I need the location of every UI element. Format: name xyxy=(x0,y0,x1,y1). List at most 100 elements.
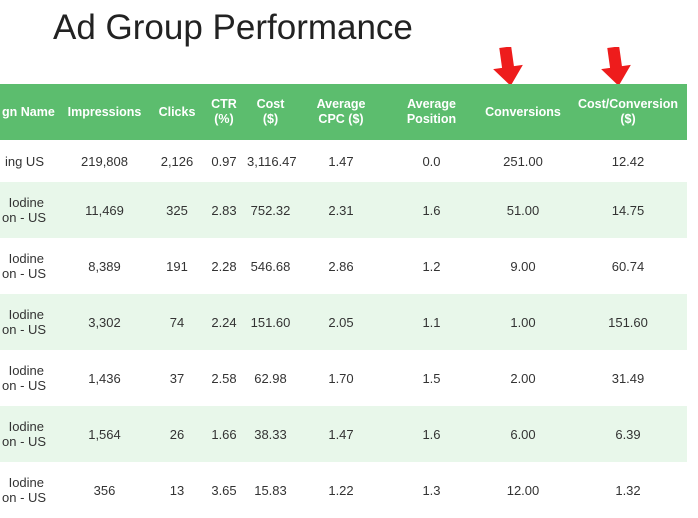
header-label: Cost xyxy=(256,97,285,111)
ctr-cell: 2.58 xyxy=(211,370,237,386)
header-average-position[interactable]: Average Position xyxy=(386,84,477,140)
conversions-cell: 6.00 xyxy=(510,426,536,442)
ad-group-performance-table: gn Name Impressions Clicks CTR (%) Cost ($) Ave… xyxy=(0,84,687,518)
clicks-cell: 191 xyxy=(166,258,188,274)
ctr-cell: 2.28 xyxy=(211,258,237,274)
header-label: CTR xyxy=(211,97,237,111)
cost-per-conversion-cell: 6.39 xyxy=(615,426,641,442)
impressions-cell: 8,389 xyxy=(88,258,121,274)
header-label: Conversions xyxy=(485,104,561,119)
header-label: Clicks xyxy=(158,104,196,119)
ctr-cell: 0.97 xyxy=(211,153,237,169)
table-row: ing US 219,808 2,126 0.97 3,116.47 1.47 0.0 251… xyxy=(0,140,687,182)
cost-per-conversion-cell: 12.42 xyxy=(611,153,645,169)
header-label: Average xyxy=(407,97,456,111)
clicks-cell: 74 xyxy=(169,314,185,330)
down-arrow-icon xyxy=(601,47,631,86)
campaign-name-text: on - US xyxy=(2,378,47,393)
header-label: Impressions xyxy=(67,104,142,119)
campaign-name-cell: Iodine on - US xyxy=(0,238,58,294)
campaign-name-cell: ing US xyxy=(0,140,58,182)
conversions-cell: 12.00 xyxy=(506,482,540,498)
average-position-cell: 0.0 xyxy=(422,153,441,169)
cost-per-conversion-cell: 1.32 xyxy=(615,482,641,498)
clicks-cell: 13 xyxy=(169,482,185,498)
average-cpc-cell: 1.47 xyxy=(328,426,354,442)
header-conversions[interactable]: Conversions xyxy=(477,84,569,140)
header-label: Cost/Conversion xyxy=(577,97,678,111)
ctr-cell: 1.66 xyxy=(211,426,237,442)
table-body: ing US 219,808 2,126 0.97 3,116.47 1.47 0.0 251… xyxy=(0,140,687,518)
header-clicks[interactable]: Clicks xyxy=(151,84,203,140)
campaign-name-text: on - US xyxy=(2,322,47,337)
clicks-cell: 37 xyxy=(169,370,185,386)
table-row: Iodine on - US 356 13 3.65 15.83 1.22 1.3 12.00 1… xyxy=(0,462,687,518)
page: Ad Group Performance gn Name Impressions C… xyxy=(0,0,698,518)
average-cpc-cell: 1.22 xyxy=(328,482,354,498)
header-label: CPC ($) xyxy=(318,112,364,126)
campaign-name-text: Iodine xyxy=(8,307,44,322)
campaign-name-text: Iodine xyxy=(8,363,44,378)
table-row: Iodine on - US 8,389 191 2.28 546.68 2.86 1.2 9.… xyxy=(0,238,687,294)
cost-cell: 752.32 xyxy=(250,202,291,218)
ctr-cell: 2.24 xyxy=(211,314,237,330)
cost-cell: 151.60 xyxy=(250,314,291,330)
average-cpc-cell: 2.86 xyxy=(328,258,354,274)
header-row: gn Name Impressions Clicks CTR (%) Cost ($) Ave… xyxy=(0,84,687,140)
header-label: Position xyxy=(406,112,457,126)
conversions-cell: 251.00 xyxy=(503,153,543,169)
conversions-cell: 1.00 xyxy=(510,314,536,330)
campaign-name-text: on - US xyxy=(2,266,47,281)
conversions-cell: 2.00 xyxy=(510,370,536,386)
conversions-cell: 9.00 xyxy=(510,258,536,274)
cost-per-conversion-cell: 151.60 xyxy=(608,314,648,330)
header-impressions[interactable]: Impressions xyxy=(58,84,151,140)
cost-cell: 62.98 xyxy=(254,370,287,386)
impressions-cell: 11,469 xyxy=(85,202,124,218)
header-label: ($) xyxy=(262,112,279,126)
ctr-cell: 3.65 xyxy=(211,482,237,498)
average-position-cell: 1.1 xyxy=(422,314,441,330)
down-arrow-icon xyxy=(493,47,523,86)
cost-per-conversion-cell: 31.49 xyxy=(611,370,645,386)
campaign-name-cell: Iodine on - US xyxy=(0,350,58,406)
campaign-name-cell: Iodine on - US xyxy=(0,462,58,518)
campaign-name-text: on - US xyxy=(2,210,47,225)
header-campaign-name[interactable]: gn Name xyxy=(0,84,58,140)
ad-group-table-container: gn Name Impressions Clicks CTR (%) Cost ($) Ave… xyxy=(0,84,698,518)
table-row: Iodine on - US 3,302 74 2.24 151.60 2.05 1.1 1.0… xyxy=(0,294,687,350)
header-average-cpc[interactable]: Average CPC ($) xyxy=(296,84,386,140)
header-ctr[interactable]: CTR (%) xyxy=(203,84,245,140)
impressions-cell: 1,436 xyxy=(88,370,121,386)
ctr-cell: 2.83 xyxy=(211,202,237,218)
campaign-name-cell: Iodine on - US xyxy=(0,406,58,462)
header-label: (%) xyxy=(214,112,234,126)
campaign-name-text: ing US xyxy=(4,153,44,169)
header-cost[interactable]: Cost ($) xyxy=(245,84,296,140)
header-label: Average xyxy=(316,97,366,111)
header-label: gn Name xyxy=(2,104,55,119)
average-cpc-cell: 2.31 xyxy=(328,202,354,218)
campaign-name-text: Iodine xyxy=(8,419,44,434)
impressions-cell: 1,564 xyxy=(88,426,121,442)
average-position-cell: 1.5 xyxy=(422,370,441,386)
conversions-cell: 51.00 xyxy=(506,202,540,218)
average-cpc-cell: 1.47 xyxy=(328,153,354,169)
cost-per-conversion-cell: 60.74 xyxy=(611,258,645,274)
average-position-cell: 1.6 xyxy=(422,426,441,442)
table-row: Iodine on - US 1,436 37 2.58 62.98 1.70 1.5 2.00… xyxy=(0,350,687,406)
clicks-cell: 2,126 xyxy=(160,153,194,169)
campaign-name-cell: Iodine on - US xyxy=(0,294,58,350)
average-position-cell: 1.3 xyxy=(422,482,441,498)
header-cost-per-conversion[interactable]: Cost/Conversion ($) xyxy=(569,84,687,140)
campaign-name-text: Iodine xyxy=(8,251,44,266)
impressions-cell: 219,808 xyxy=(81,153,128,169)
campaign-name-text: on - US xyxy=(2,434,47,449)
average-position-cell: 1.6 xyxy=(422,202,441,218)
cost-per-conversion-cell: 14.75 xyxy=(611,202,645,218)
average-cpc-cell: 2.05 xyxy=(328,314,354,330)
impressions-cell: 356 xyxy=(93,482,116,498)
campaign-name-cell: Iodine on - US xyxy=(0,182,58,238)
impressions-cell: 3,302 xyxy=(88,314,121,330)
cost-cell: 15.83 xyxy=(254,482,287,498)
